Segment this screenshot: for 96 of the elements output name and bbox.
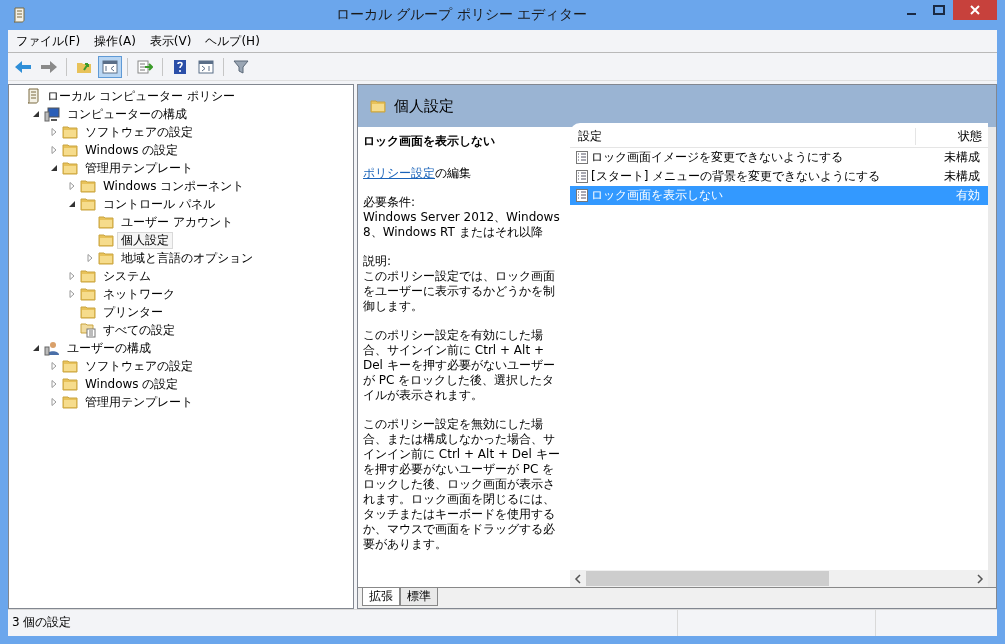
status-text: 3 個の設定 — [8, 610, 678, 636]
collapse-arrow-icon[interactable] — [50, 164, 58, 172]
collapse-arrow-icon[interactable] — [32, 344, 40, 352]
tree-item[interactable]: Windows の設定 — [81, 375, 183, 393]
folder-icon — [62, 143, 78, 157]
description-title: ロック画面を表示しない — [363, 133, 496, 150]
tree-item[interactable]: Windows コンポーネント — [99, 177, 249, 195]
close-icon — [970, 5, 980, 15]
filter-icon — [233, 58, 249, 75]
setting-name: [スタート] メニューの背景を変更できないようにする — [591, 168, 882, 185]
window-title: ローカル グループ ポリシー エディター — [334, 6, 589, 24]
menu-item[interactable]: 表示(V) — [149, 32, 192, 50]
description-paragraph: このポリシー設定を有効にした場合、サインイン前に Ctrl + Alt + Del キーを押す必要がないユーザーが PC をロックした後、選択したタイルが表示されます。 — [363, 328, 556, 403]
expand-arrow-icon[interactable] — [86, 254, 94, 262]
left-arrow-icon — [14, 59, 32, 74]
collapse-arrow-icon[interactable] — [68, 200, 76, 208]
setting-row[interactable]: [スタート] メニューの背景を変更できないようにする 未構成 — [570, 167, 988, 186]
edit-policy-text: ポリシー設定の編集 — [363, 166, 472, 181]
scrollbar-thumb[interactable] — [586, 571, 830, 586]
expand-arrow-icon[interactable] — [50, 146, 58, 154]
collapse-arrow-icon[interactable] — [32, 110, 40, 118]
description-paragraph: このポリシー設定を無効にした場合、または構成しなかった場合、サインイン前に Ctrl + Alt + Del キーを押す必要がないユーザーが PC をロックした後、ロック画面が表示されます。ロック画面を閉じるには、タッチまたはキーボードを使用するか、マウスで画面をドラッグする必要があります。 — [363, 417, 561, 552]
pane-title: 個人設定 — [394, 96, 454, 116]
tree-item[interactable]: ソフトウェアの設定 — [81, 123, 197, 141]
setting-icon — [576, 189, 588, 202]
close-button[interactable] — [953, 0, 997, 20]
menu-item[interactable]: ファイル(F) — [16, 32, 81, 50]
show-tree-button[interactable] — [98, 55, 122, 78]
folder-icon — [80, 269, 96, 283]
horizontal-scrollbar[interactable] — [570, 570, 988, 587]
view-tab[interactable]: 拡張 — [362, 588, 400, 606]
expand-arrow-icon[interactable] — [68, 272, 76, 280]
scroll-left-icon[interactable] — [574, 573, 582, 584]
panel-icon — [102, 59, 118, 74]
folder-icon — [62, 125, 78, 139]
expand-arrow-icon[interactable] — [50, 398, 58, 406]
tree-item[interactable]: Windows の設定 — [81, 141, 183, 159]
folder-icon — [62, 395, 78, 409]
menu-item[interactable]: ヘルプ(H) — [205, 32, 260, 50]
setting-name: ロック画面を表示しない — [591, 187, 724, 204]
tree-item[interactable]: 管理用テンプレート — [81, 159, 197, 177]
expand-arrow-icon[interactable] — [68, 182, 76, 190]
folder-icon — [370, 99, 386, 113]
tree-item[interactable]: すべての設定 — [99, 321, 179, 339]
scroll-icon — [26, 88, 40, 104]
scroll-icon — [12, 7, 26, 23]
folder-icon — [80, 287, 96, 301]
folder-icon — [80, 305, 96, 319]
right-arrow-icon — [40, 59, 58, 74]
folder-icon — [80, 197, 96, 211]
list-arrow-icon — [137, 59, 153, 74]
tree-item[interactable]: コントロール パネル — [99, 195, 219, 213]
expand-arrow-icon[interactable] — [50, 362, 58, 370]
tree-item[interactable]: 地域と言語のオプション — [117, 249, 257, 267]
tree-item[interactable]: 管理用テンプレート — [81, 393, 197, 411]
expand-arrow-icon[interactable] — [50, 128, 58, 136]
setting-state: 未構成 — [943, 149, 981, 166]
setting-state: 未構成 — [943, 168, 981, 185]
expand-arrow-icon[interactable] — [68, 290, 76, 298]
description-paragraph: 必要条件: Windows Server 2012、Windows 8、Windows RT またはそれ以降 — [363, 195, 561, 240]
folder-icon — [62, 161, 78, 175]
description-paragraph: 説明: このポリシー設定では、ロック画面をユーザーに表示するかどうかを制御します。 — [363, 254, 556, 314]
maximize-icon — [933, 5, 945, 15]
user-icon — [44, 340, 60, 356]
tree-item[interactable]: ネットワーク — [99, 285, 179, 303]
scroll-right-icon[interactable] — [976, 573, 984, 584]
expand-arrow-icon[interactable] — [50, 380, 58, 388]
tree-item[interactable]: ユーザーの構成 — [63, 339, 155, 357]
panel-icon — [198, 59, 214, 74]
minimize-icon — [906, 13, 916, 15]
setting-icon — [576, 151, 588, 164]
folder-icon — [62, 377, 78, 391]
view-tab[interactable]: 標準 — [400, 588, 438, 606]
column-header[interactable]: 設定 — [570, 127, 916, 145]
setting-state: 有効 — [955, 187, 981, 204]
tree-item[interactable]: ローカル コンピューター ポリシー — [43, 87, 239, 105]
column-header[interactable]: 状態 — [916, 127, 988, 145]
folder-list-icon — [80, 322, 96, 338]
tree-item[interactable]: ユーザー アカウント — [117, 213, 237, 231]
folder-icon — [98, 233, 114, 247]
tree-item[interactable]: ソフトウェアの設定 — [81, 357, 197, 375]
setting-name: ロック画面イメージを変更できないようにする — [591, 149, 844, 166]
tree-item[interactable]: コンピューターの構成 — [63, 105, 191, 123]
folder-icon — [80, 179, 96, 193]
folder-icon — [62, 359, 78, 373]
setting-row[interactable]: ロック画面イメージを変更できないようにする 未構成 — [570, 148, 988, 167]
setting-icon — [576, 170, 588, 183]
folder-icon — [98, 215, 114, 229]
tree-item[interactable]: システム — [99, 267, 155, 285]
computer-icon — [44, 106, 60, 122]
folder-icon — [98, 251, 114, 265]
tree-item[interactable]: プリンター — [99, 303, 167, 321]
policy-settings-link[interactable]: ポリシー設定 — [363, 166, 435, 180]
help-icon — [173, 58, 187, 75]
tree-item[interactable]: 個人設定 — [117, 231, 173, 249]
menu-item[interactable]: 操作(A) — [94, 32, 136, 50]
